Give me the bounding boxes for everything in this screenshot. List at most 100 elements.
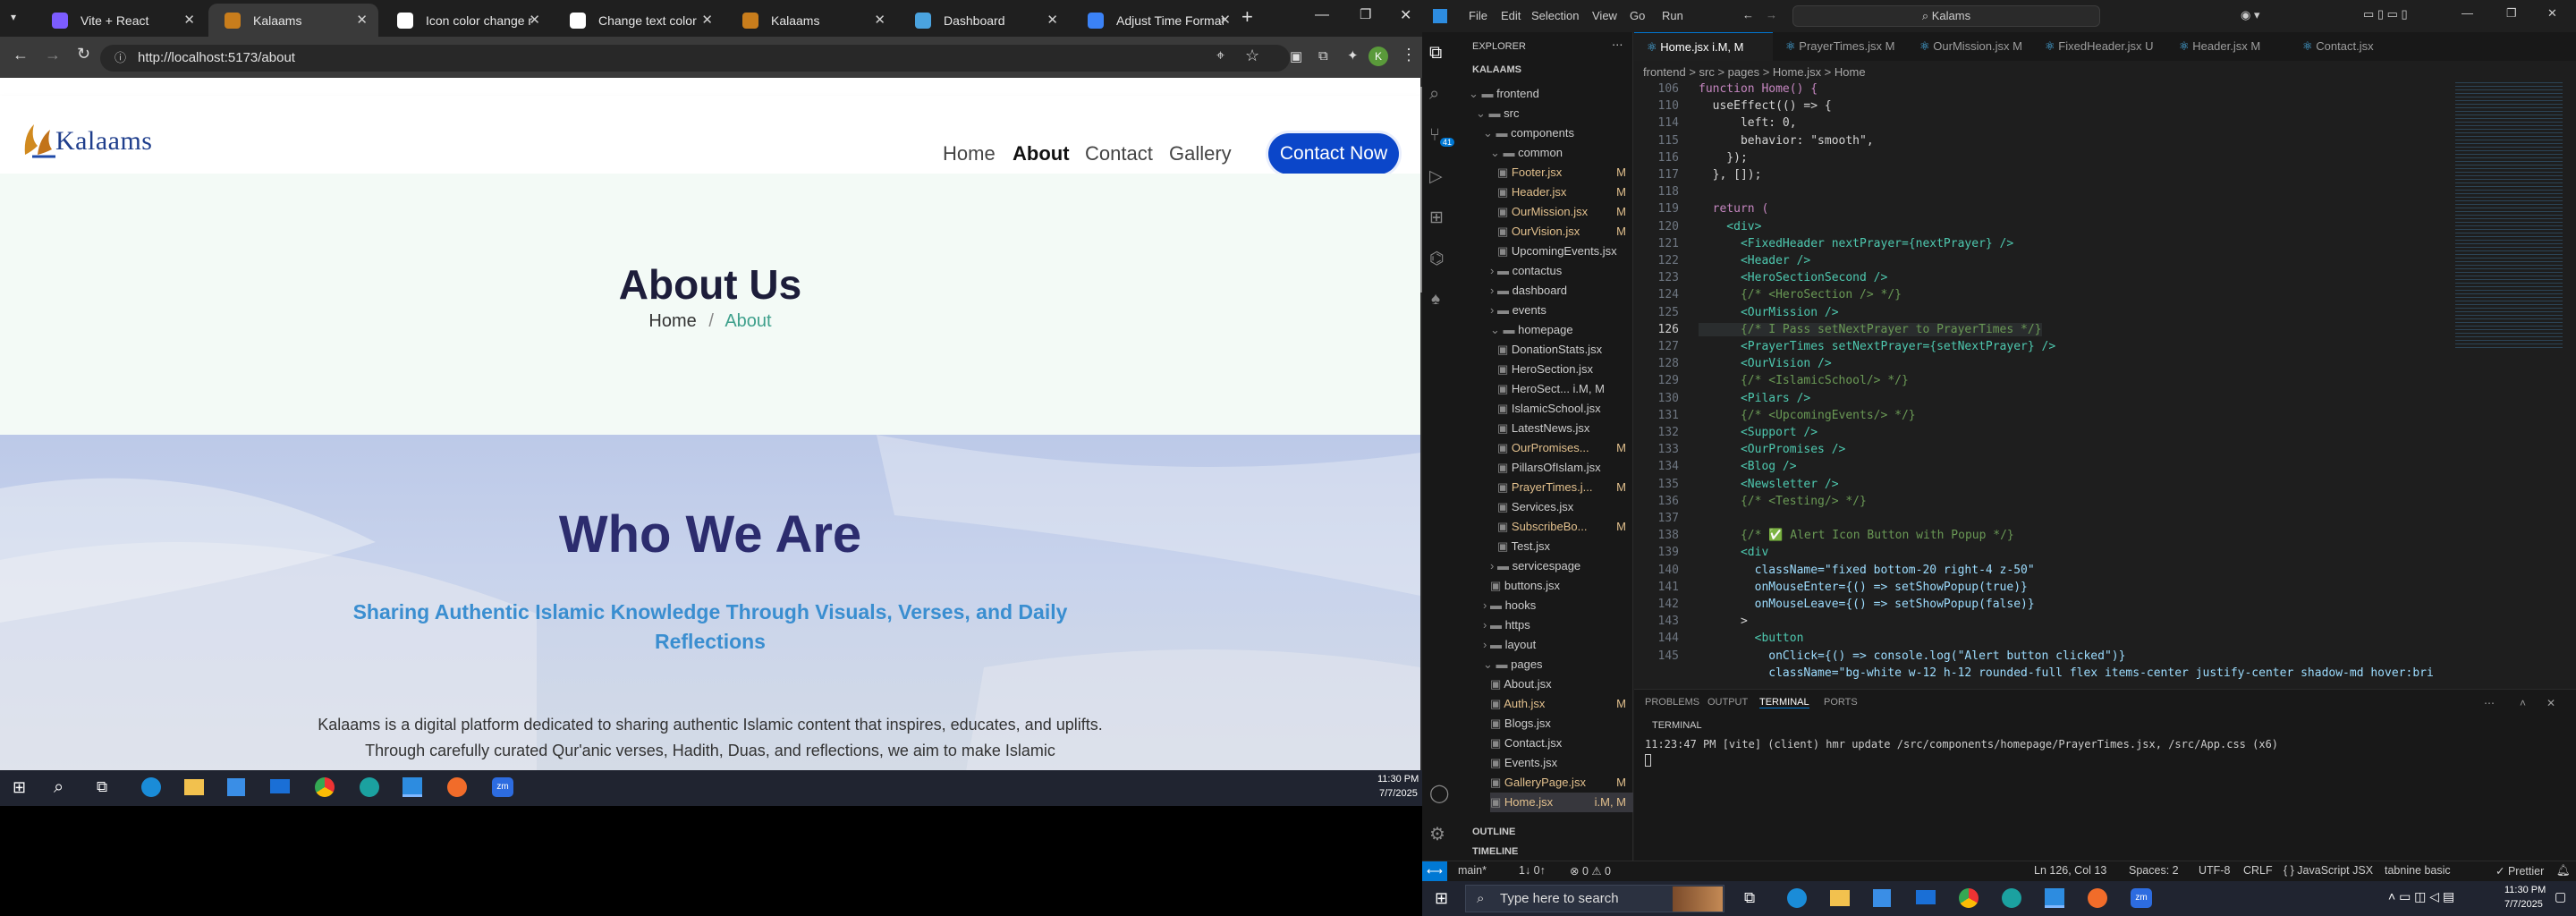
start-icon[interactable]: ⊞ bbox=[13, 778, 26, 797]
explorer-file[interactable]: ▣ OurPromises... M bbox=[1497, 438, 1633, 458]
code-line[interactable]: {/* <Testing/> */} bbox=[1699, 495, 1867, 508]
code-line[interactable]: {/* <HeroSection /> */} bbox=[1699, 288, 1902, 301]
browser-tab[interactable]: Icon color change req✕ bbox=[381, 4, 551, 37]
explorer-file[interactable]: ▣ DonationStats.jsx bbox=[1497, 340, 1633, 360]
nav-back-icon[interactable]: ← bbox=[1742, 8, 1754, 21]
task-view-icon[interactable]: ⧉ bbox=[97, 778, 107, 796]
chrome-icon[interactable] bbox=[1959, 888, 1979, 908]
code-line[interactable]: function Home() { bbox=[1699, 82, 1818, 96]
explorer-file[interactable]: ▣ Header.jsx M bbox=[1497, 182, 1633, 202]
site-info-icon[interactable]: ⓘ bbox=[114, 45, 126, 72]
app-icon[interactable] bbox=[360, 777, 379, 797]
tab-close-icon[interactable]: ✕ bbox=[701, 12, 713, 28]
explorer-file[interactable]: ▣ PrayerTimes.j... M bbox=[1497, 478, 1633, 497]
tab-close-icon[interactable]: ✕ bbox=[874, 12, 886, 28]
explorer-file[interactable]: ▣ About.jsx bbox=[1490, 674, 1633, 694]
firefox-icon[interactable] bbox=[2088, 888, 2107, 908]
code-line[interactable]: left: 0, bbox=[1699, 116, 1797, 130]
timeline-section[interactable]: TIMELINE bbox=[1472, 846, 1518, 857]
command-search[interactable]: ⌕ Kalams bbox=[1792, 5, 2100, 27]
cursor-position[interactable]: Ln 126, Col 13 bbox=[2034, 864, 2106, 877]
account-icon[interactable]: ◯ bbox=[1429, 782, 1449, 804]
news-widget-icon[interactable] bbox=[1673, 886, 1723, 912]
code-line[interactable]: onMouseLeave={() => setShowPopup(false)} bbox=[1699, 598, 2035, 611]
new-tab-button[interactable]: + bbox=[1241, 5, 1253, 29]
code-line[interactable]: <Pilars /> bbox=[1699, 392, 1810, 405]
remote-indicator[interactable]: ⟷ bbox=[1422, 861, 1447, 881]
contact-now-button[interactable]: Contact Now bbox=[1268, 133, 1399, 174]
bookmark-star-icon[interactable]: ☆ bbox=[1245, 47, 1259, 65]
copy-icon[interactable]: ⧉ bbox=[1318, 48, 1328, 64]
explorer-folder[interactable]: › ▬ https bbox=[1483, 615, 1633, 635]
store-icon[interactable] bbox=[1873, 889, 1891, 907]
store-icon[interactable] bbox=[227, 778, 245, 796]
tabnine-status[interactable]: tabnine basic bbox=[2385, 864, 2451, 877]
explorer-folder[interactable]: ⌄ ▬ frontend bbox=[1469, 84, 1633, 104]
nav-forward-icon[interactable]: → bbox=[1766, 8, 1777, 21]
vs-restore-icon[interactable]: ❐ bbox=[2506, 6, 2517, 21]
tab-close-icon[interactable]: ✕ bbox=[1219, 12, 1231, 28]
terminal-instance-label[interactable]: TERMINAL bbox=[1652, 720, 1702, 731]
explorer-file[interactable]: ▣ OurVision.jsx M bbox=[1497, 222, 1633, 242]
encoding-status[interactable]: UTF-8 bbox=[2199, 864, 2230, 877]
remote-icon[interactable]: ⌬ bbox=[1429, 249, 1445, 269]
explorer-folder[interactable]: › ▬ contactus bbox=[1490, 261, 1633, 281]
code-line[interactable]: <Support /> bbox=[1699, 426, 1818, 439]
browser-tab[interactable]: Dashboard ✕ bbox=[899, 4, 1069, 37]
menu-item[interactable]: Go bbox=[1630, 9, 1645, 22]
explorer-file[interactable]: ▣ Services.jsx bbox=[1497, 497, 1633, 517]
editor-tab[interactable]: ⚛ OurMission.jsx M bbox=[1907, 32, 2032, 61]
code-line[interactable]: {/* I Pass setNextPrayer to PrayerTimes … bbox=[1699, 322, 2042, 336]
outline-section[interactable]: OUTLINE bbox=[1472, 827, 1515, 837]
code-line[interactable]: }); bbox=[1699, 151, 1748, 165]
code-line[interactable]: <PrayerTimes setNextPrayer={setNextPraye… bbox=[1699, 340, 2055, 353]
menu-item[interactable]: View bbox=[1592, 9, 1617, 22]
code-line[interactable]: {/* ✅ Alert Icon Button with Popup */} bbox=[1699, 529, 2014, 542]
explorer-file[interactable]: ▣ Blogs.jsx bbox=[1490, 714, 1633, 734]
code-line[interactable]: <div bbox=[1699, 546, 1768, 559]
extension-icon[interactable]: ▣ bbox=[1290, 48, 1302, 64]
explorer-file[interactable]: ▣ HeroSect... i.M, M bbox=[1497, 379, 1633, 399]
code-line[interactable]: <Newsletter /> bbox=[1699, 478, 1839, 491]
explorer-file[interactable]: ▣ Home.jsx i.M, M bbox=[1490, 793, 1633, 812]
explorer-file[interactable]: ▣ IslamicSchool.jsx bbox=[1497, 399, 1633, 419]
nav-contact[interactable]: Contact bbox=[1085, 142, 1153, 165]
mail-icon[interactable] bbox=[270, 779, 290, 793]
code-line[interactable]: <button bbox=[1699, 632, 1804, 645]
file-explorer-icon[interactable] bbox=[1830, 890, 1850, 906]
code-line[interactable]: <Blog /> bbox=[1699, 460, 1797, 473]
editor-tab[interactable]: ⚛ PrayerTimes.jsx M bbox=[1773, 32, 1907, 61]
explorer-file[interactable]: ▣ buttons.jsx bbox=[1490, 576, 1633, 596]
restore-icon[interactable]: ❐ bbox=[1360, 6, 1371, 22]
editor-breadcrumbs[interactable]: frontend > src > pages > Home.jsx > Home bbox=[1634, 63, 2576, 82]
eol-status[interactable]: CRLF bbox=[2243, 864, 2273, 877]
search-view-icon[interactable]: ⌕ bbox=[1429, 84, 1439, 105]
browser-tab[interactable]: Adjust Time Formattin✕ bbox=[1072, 4, 1241, 37]
explorer-folder[interactable]: › ▬ layout bbox=[1483, 635, 1633, 655]
puzzle-icon[interactable]: ✦ bbox=[1347, 47, 1359, 64]
explorer-folder[interactable]: ⌄ ▬ src bbox=[1476, 104, 1633, 123]
notifications-icon[interactable]: 🔔︎ bbox=[2556, 864, 2571, 878]
settings-gear-icon[interactable]: ⚙ bbox=[1429, 823, 1445, 845]
editor-tab[interactable]: ⚛ FixedHeader.jsx U bbox=[2032, 32, 2166, 61]
tab-close-icon[interactable]: ✕ bbox=[1046, 12, 1058, 28]
notification-center-icon[interactable]: ▢ bbox=[2555, 889, 2566, 904]
explorer-file[interactable]: ▣ LatestNews.jsx bbox=[1497, 419, 1633, 438]
mongo-icon[interactable]: ♠ bbox=[1431, 290, 1440, 310]
run-debug-icon[interactable]: ▷ bbox=[1429, 166, 1443, 187]
app-icon[interactable] bbox=[2002, 888, 2021, 908]
more-menu-icon[interactable]: ⋮ bbox=[1401, 46, 1417, 64]
panel-more-icon[interactable]: ⋯ bbox=[2484, 697, 2495, 709]
code-line[interactable]: className="bg-white w-12 h-12 rounded-fu… bbox=[1699, 666, 2434, 680]
problems-status[interactable]: ⊗ 0 ⚠ 0 bbox=[1570, 864, 1611, 878]
panel-maximize-icon[interactable]: ˄ bbox=[2520, 697, 2526, 709]
menu-item[interactable]: Selection bbox=[1531, 9, 1579, 22]
explorer-folder[interactable]: › ▬ servicespage bbox=[1490, 556, 1633, 576]
code-line[interactable]: {/* <IslamicSchool/> */} bbox=[1699, 374, 1909, 387]
vscode-icon[interactable] bbox=[2045, 888, 2064, 908]
prettier-status[interactable]: ✓ Prettier bbox=[2496, 864, 2544, 878]
code-line[interactable]: useEffect(() => { bbox=[1699, 99, 1832, 113]
code-line[interactable]: {/* <UpcomingEvents/> */} bbox=[1699, 409, 1916, 422]
explorer-more-icon[interactable]: ⋯ bbox=[1612, 38, 1623, 51]
code-line[interactable]: <FixedHeader nextPrayer={nextPrayer} /> bbox=[1699, 237, 2013, 250]
